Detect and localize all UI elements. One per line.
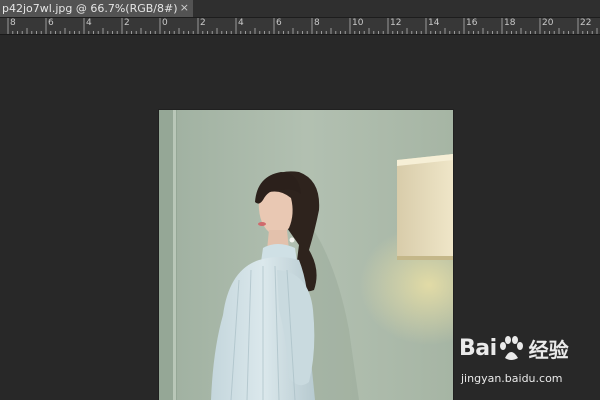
ruler-label: 2: [200, 18, 206, 28]
ruler-label: 8: [10, 18, 16, 28]
document-tab-title: p42jo7wl.jpg @ 66.7%(RGB/8#): [2, 2, 178, 15]
ruler-label: 0: [162, 18, 168, 28]
ruler-label: 22: [580, 18, 592, 28]
watermark-url: jingyan.baidu.com: [461, 372, 563, 385]
photo-illustration: [159, 110, 453, 400]
ruler-label: 6: [48, 18, 54, 28]
ruler-label: 12: [390, 18, 402, 28]
ruler-label: 2: [124, 18, 130, 28]
document-tab-bar: p42jo7wl.jpg @ 66.7%(RGB/8#) ×: [0, 0, 600, 18]
ruler-label: 4: [86, 18, 92, 28]
close-icon[interactable]: ×: [180, 0, 189, 16]
ruler-label: 6: [276, 18, 282, 28]
ruler-label: 16: [466, 18, 478, 28]
photoshop-window: p42jo7wl.jpg @ 66.7%(RGB/8#) × 8 6 4 2 0…: [0, 0, 600, 400]
document-image[interactable]: [159, 110, 453, 400]
watermark-logo: Bai 经验: [459, 334, 569, 363]
ruler-label: 20: [542, 18, 554, 28]
watermark: Bai 经验 jingyan.baidu.com: [459, 334, 599, 394]
ruler-label: 14: [428, 18, 440, 28]
ruler-label: 4: [238, 18, 244, 28]
ruler-label: 8: [314, 18, 320, 28]
horizontal-ruler[interactable]: 8 6 4 2 0 2 4 6 8 10 12 14 16 18 20 22: [0, 18, 600, 35]
watermark-brand-cn: 经验: [528, 338, 569, 362]
document-tab[interactable]: p42jo7wl.jpg @ 66.7%(RGB/8#) ×: [0, 0, 193, 17]
paw-icon: [499, 335, 523, 360]
watermark-brand-text: Bai: [459, 336, 497, 361]
ruler-label: 10: [352, 18, 364, 28]
ruler-label: 18: [504, 18, 516, 28]
